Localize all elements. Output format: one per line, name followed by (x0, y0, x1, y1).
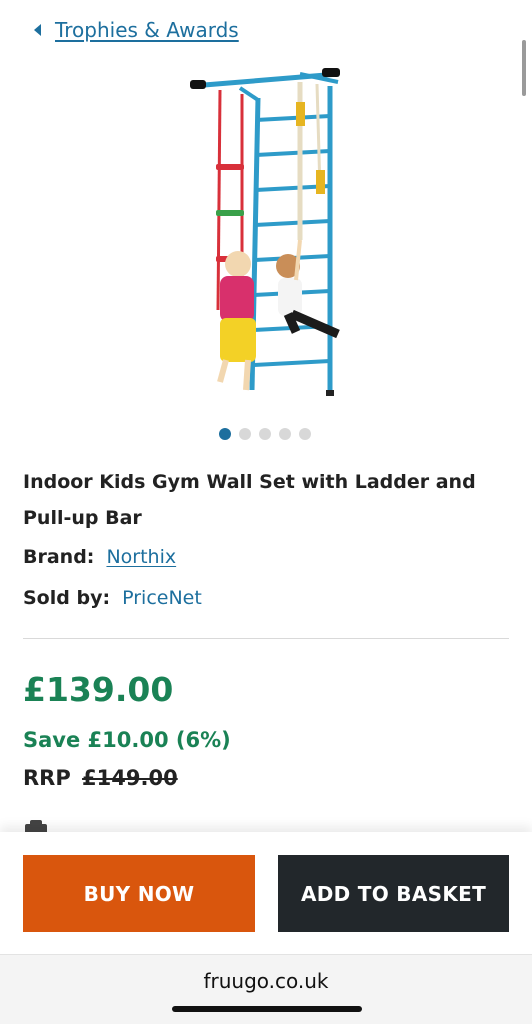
rrp-value: £149.00 (82, 766, 178, 790)
seller-link[interactable]: PriceNet (122, 587, 202, 609)
carousel-dot-5[interactable] (299, 428, 311, 440)
carousel-dot-4[interactable] (279, 428, 291, 440)
carousel-dot-3[interactable] (259, 428, 271, 440)
sold-by-label: Sold by: (23, 587, 111, 609)
add-to-basket-button[interactable]: ADD TO BASKET (278, 855, 509, 932)
carousel-pagination (219, 428, 311, 440)
seller-row: Sold by: PriceNet (23, 587, 202, 609)
current-price: £139.00 (23, 670, 174, 709)
buy-now-button[interactable]: BUY NOW (23, 855, 255, 932)
carousel-dot-1[interactable] (219, 428, 231, 440)
breadcrumb[interactable]: Trophies & Awards (34, 18, 239, 42)
rrp-label: RRP (23, 766, 71, 790)
browser-address-bar[interactable]: fruugo.co.uk (0, 954, 532, 1024)
browser-domain[interactable]: fruugo.co.uk (0, 969, 532, 993)
rrp-row: RRP £149.00 (23, 766, 178, 790)
chevron-left-icon (34, 24, 41, 36)
home-indicator (172, 1006, 362, 1012)
product-image[interactable] (180, 60, 370, 410)
carousel-dot-2[interactable] (239, 428, 251, 440)
product-title: Indoor Kids Gym Wall Set with Ladder and… (23, 471, 476, 529)
page-scrollbar[interactable] (522, 40, 526, 96)
brand-row: Brand: Northix (23, 546, 176, 568)
brand-link[interactable]: Northix (106, 546, 176, 568)
sticky-action-bar: BUY NOW ADD TO BASKET (0, 832, 532, 954)
savings-text: Save £10.00 (6%) (23, 728, 231, 752)
breadcrumb-link-trophies-awards[interactable]: Trophies & Awards (55, 18, 239, 42)
brand-label: Brand: (23, 546, 95, 568)
section-divider (23, 638, 509, 639)
